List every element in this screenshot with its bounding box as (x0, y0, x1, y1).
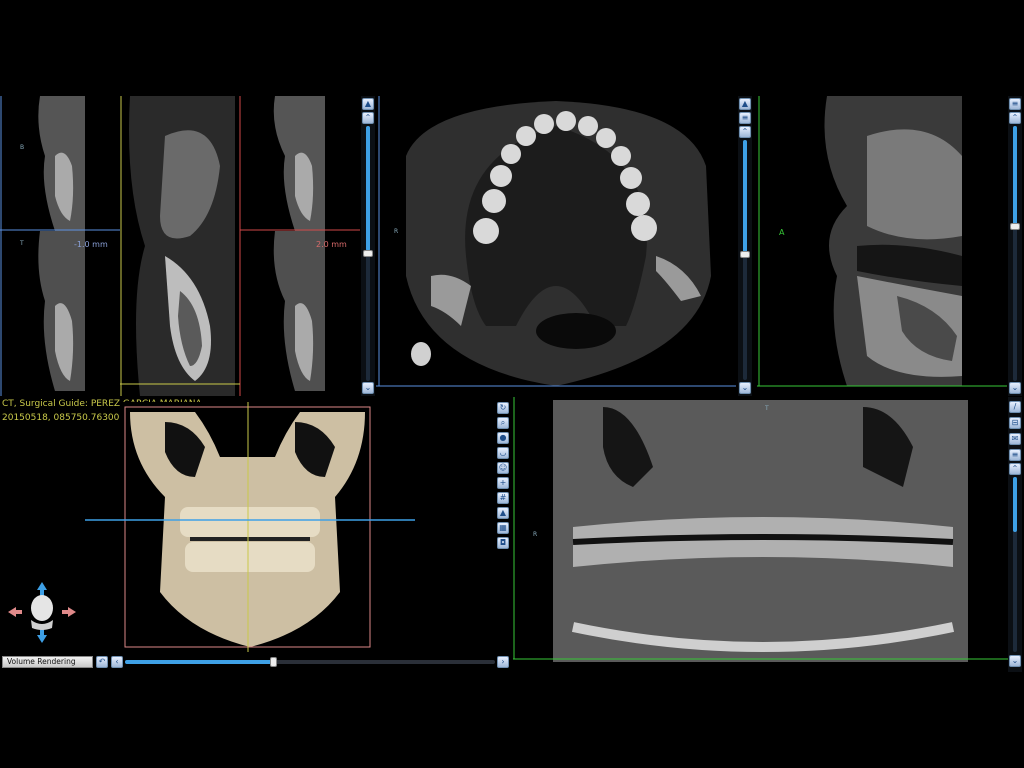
scroll-down-icon[interactable]: ⌄ (362, 382, 374, 394)
triangle-tool-icon[interactable]: ▲ (497, 507, 509, 519)
grid-tool-icon[interactable]: # (497, 492, 509, 504)
volume-panel: CT, Surgical Guide: PEREZ GARCIA MARIANA… (0, 397, 512, 672)
axial-scan[interactable] (376, 96, 736, 396)
sphere-tool-icon[interactable]: ● (497, 432, 509, 444)
scroll-up-icon[interactable]: ⌃ (1009, 112, 1021, 124)
rotate-tool-icon[interactable]: ↻ (497, 402, 509, 414)
clip-slider-track[interactable] (125, 660, 495, 664)
undo-icon[interactable]: ↶ (96, 656, 108, 668)
cross-section-offset-left: -1.0 mm (74, 240, 108, 249)
mail-tool-icon[interactable]: ✉ (1009, 433, 1021, 445)
panoramic-scrollbar[interactable]: / ⊟ ✉ ≡ ⌃ ⌄ (1008, 397, 1022, 672)
scroll-down-icon[interactable]: ⌄ (1009, 382, 1021, 394)
scroll-thumb[interactable] (740, 251, 750, 258)
panoramic-top-marker: T (765, 405, 769, 412)
cross-section-marker-t: T (20, 240, 24, 247)
head-orientation-icon[interactable] (6, 580, 78, 645)
scroll-up-icon[interactable]: ⌃ (1009, 463, 1021, 475)
slider-left-icon[interactable]: ‹ (111, 656, 123, 668)
sagittal-scrollbar[interactable]: ≡ ⌃ ⌄ (1008, 96, 1022, 396)
cross-section-offset-right: 2.0 mm (316, 240, 347, 249)
sagittal-marker: A (779, 228, 785, 237)
face-tool-icon[interactable]: ☺ (497, 462, 509, 474)
scroll-up-icon[interactable]: ⌃ (739, 126, 751, 138)
volume-cut-line[interactable] (85, 518, 415, 522)
sagittal-scan[interactable] (757, 96, 1007, 396)
cross-section-panel: -1.0 mm 2.0 mm B T ▲ ⌃ ⌄ (0, 96, 375, 396)
scroll-page-up-icon[interactable]: ⌃ (362, 112, 374, 124)
zoom-tool-icon[interactable]: ⌕ (497, 417, 509, 429)
scroll-fill (743, 140, 747, 255)
scroll-page-up-icon[interactable]: ≡ (739, 112, 751, 124)
scroll-thumb[interactable] (363, 250, 373, 257)
camera-tool-icon[interactable]: ◘ (497, 537, 509, 549)
ruler-tool-icon[interactable]: ⊟ (1009, 417, 1021, 429)
panoramic-scan[interactable] (513, 397, 1008, 667)
axial-scrollbar[interactable]: ▲ ≡ ⌃ ⌄ (738, 96, 752, 396)
scroll-up-icon[interactable]: ▲ (362, 98, 374, 110)
scroll-fill (1013, 126, 1017, 226)
layout-tool-icon[interactable]: ▦ (497, 522, 509, 534)
scroll-down-icon[interactable]: ⌄ (739, 382, 751, 394)
cross-section-scrollbar[interactable]: ▲ ⌃ ⌄ (361, 96, 375, 396)
cross-section-marker-b: B (20, 144, 25, 151)
panoramic-panel: R T / ⊟ ✉ ≡ ⌃ ⌄ (513, 397, 1024, 672)
patient-info-line2: 20150518, 085750.763000 (2, 413, 126, 423)
slider-right-icon[interactable]: › (497, 656, 509, 668)
scroll-down-icon[interactable]: ⌄ (1009, 655, 1021, 667)
volume-render[interactable] (120, 402, 375, 652)
render-mode-dropdown[interactable]: Volume Rendering (2, 656, 93, 668)
sagittal-panel: A ≡ ⌃ ⌄ (757, 96, 1024, 396)
scroll-thumb[interactable] (1010, 223, 1020, 230)
scroll-fill (366, 126, 370, 251)
brush-tool-icon[interactable]: / (1009, 401, 1021, 413)
panoramic-marker: R (533, 531, 538, 538)
crosshair-tool-icon[interactable]: + (497, 477, 509, 489)
clip-slider-thumb[interactable] (270, 657, 277, 667)
axial-marker: R (394, 228, 399, 235)
clip-slider-fill (125, 660, 275, 664)
jaw-tool-icon[interactable]: ◡ (497, 447, 509, 459)
scroll-page-up-icon[interactable]: ≡ (1009, 98, 1021, 110)
scroll-fill (1013, 477, 1017, 532)
axial-panel: R ▲ ≡ ⌃ ⌄ (376, 96, 756, 396)
measure-triangle-icon[interactable]: ▲ (739, 98, 751, 110)
page-tool-icon[interactable]: ≡ (1009, 449, 1021, 461)
